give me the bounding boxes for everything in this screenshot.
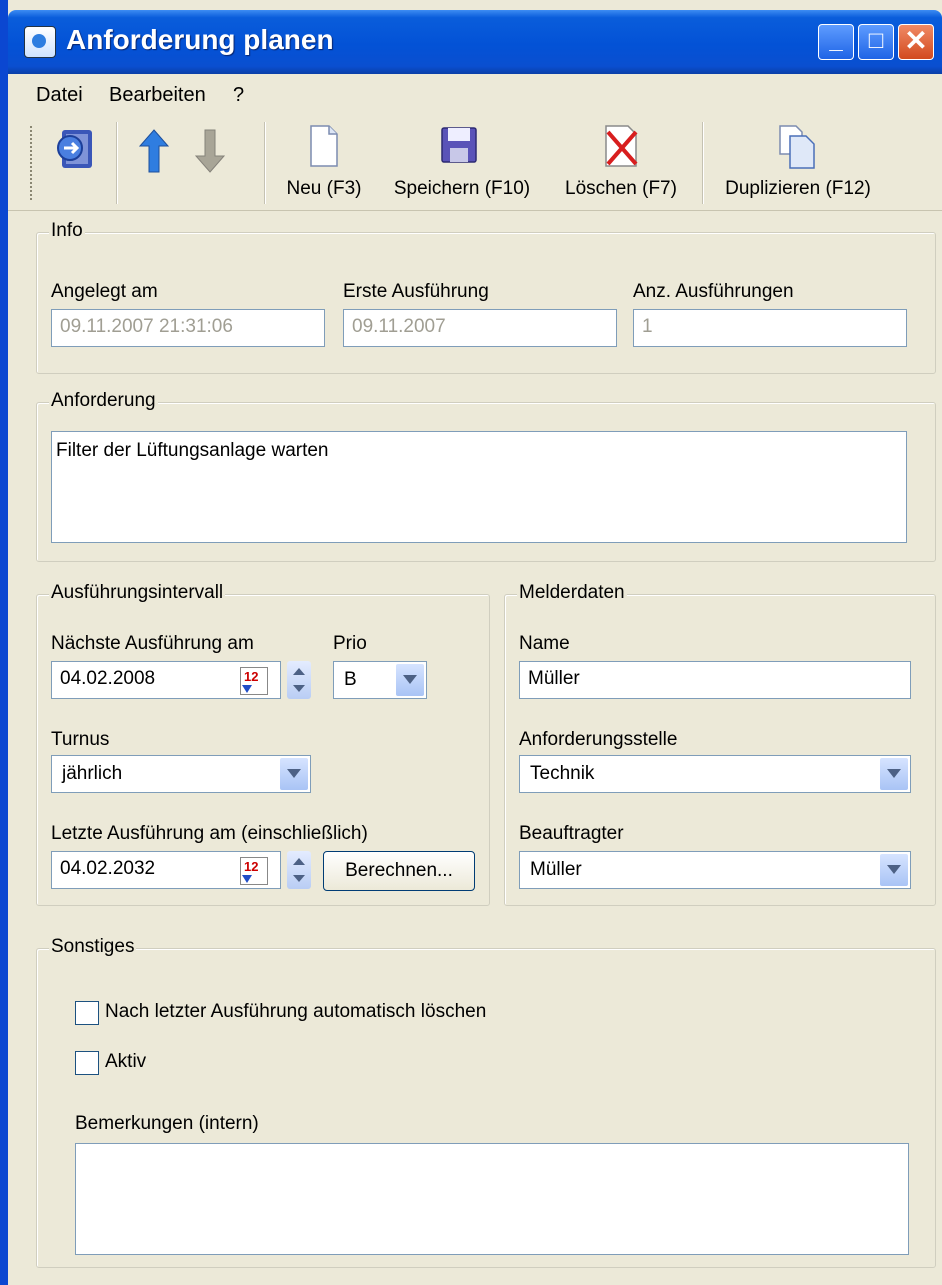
autodelete-label[interactable]: Nach letzter Ausführung automatisch lösc… [105,1001,486,1023]
last-execution-date-value: 04.02.2032 [60,858,156,879]
agent-value: Müller [530,859,582,880]
notes-label: Bemerkungen (intern) [75,1113,259,1134]
last-execution-label: Letzte Ausführung am (einschließlich) [51,823,368,844]
minimize-button[interactable]: _ [818,24,854,60]
department-label: Anforderungsstelle [519,729,678,750]
save-button-label: Speichern (F10) [393,178,531,199]
first-execution-field[interactable]: 09.11.2007 [343,309,617,347]
calendar-icon[interactable] [240,667,268,695]
requirement-textarea[interactable]: Filter der Lüftungsanlage warten [51,431,907,543]
new-button[interactable]: Neu (F3) [274,120,374,204]
delete-button[interactable]: Löschen (F7) [548,120,694,204]
toolbar-separator [702,122,704,204]
last-execution-spinner[interactable] [287,851,311,889]
delete-icon [605,125,638,167]
menu-help[interactable]: ? [233,84,244,107]
prio-value: B [344,669,357,690]
close-button[interactable]: ✕ [898,24,934,60]
chevron-down-icon[interactable] [880,758,908,790]
calendar-icon[interactable] [240,857,268,885]
name-field[interactable]: Müller [519,661,911,699]
created-label: Angelegt am [51,281,158,302]
prio-select[interactable]: B [333,661,427,699]
arrow-up-icon [138,129,170,173]
execution-count-label: Anz. Ausführungen [633,281,794,302]
next-execution-label: Nächste Ausführung am [51,633,254,654]
reporter-group: Melderdaten Name Müller Anforderungsstel… [504,582,936,906]
toolbar-separator [116,122,118,204]
menu-bearbeiten[interactable]: Bearbeiten [109,84,206,107]
requirement-group-title: Anforderung [49,390,158,412]
title-bar[interactable]: Anforderung planen _ □ ✕ [8,10,942,74]
calculate-button[interactable]: Berechnen... [323,851,475,891]
toolbar-grip[interactable] [30,126,36,200]
duplicate-icon [779,125,815,169]
next-execution-date-field[interactable]: 04.02.2008 [51,661,281,699]
requirement-group: Anforderung Filter der Lüftungsanlage wa… [36,390,936,562]
arrow-down-icon [194,129,226,173]
misc-group: Sonstiges Nach letzter Ausführung automa… [36,936,936,1268]
active-label[interactable]: Aktiv [105,1051,146,1073]
toolbar: Neu (F3) Speichern (F10) Löschen (F7) Du… [8,114,942,211]
move-down-button[interactable] [188,120,232,204]
delete-button-label: Löschen (F7) [565,178,677,199]
name-label: Name [519,633,570,654]
department-value: Technik [530,763,595,784]
first-execution-label: Erste Ausführung [343,281,489,302]
agent-select[interactable]: Müller [519,851,911,889]
reporter-group-title: Melderdaten [517,582,627,604]
interval-group: Ausführungsintervall Nächste Ausführung … [36,582,490,906]
new-document-icon [310,125,338,167]
created-field[interactable]: 09.11.2007 21:31:06 [51,309,325,347]
info-group-title: Info [49,220,85,242]
exit-button[interactable] [48,120,104,204]
chevron-down-icon[interactable] [280,758,308,790]
menu-datei[interactable]: Datei [36,84,83,107]
info-group: Info Angelegt am 09.11.2007 21:31:06 Ers… [36,220,936,374]
exit-icon [57,130,92,168]
turnus-label: Turnus [51,729,110,750]
last-execution-date-field[interactable]: 04.02.2032 [51,851,281,889]
duplicate-button[interactable]: Duplizieren (F12) [712,120,884,204]
notes-textarea[interactable] [75,1143,909,1255]
duplicate-button-label: Duplizieren (F12) [725,178,871,199]
agent-label: Beauftragter [519,823,624,844]
toolbar-separator [264,122,266,204]
chevron-down-icon[interactable] [396,664,424,696]
new-button-label: Neu (F3) [286,178,362,199]
application-window: Anforderung planen _ □ ✕ Datei Bearbeite… [0,0,942,1285]
interval-group-title: Ausführungsintervall [49,582,226,604]
execution-count-field[interactable]: 1 [633,309,907,347]
active-checkbox[interactable] [75,1051,99,1075]
turnus-value: jährlich [62,763,123,784]
misc-group-title: Sonstiges [49,936,137,958]
move-up-button[interactable] [132,120,176,204]
floppy-disk-icon [441,127,477,163]
chevron-down-icon[interactable] [880,854,908,886]
prio-label: Prio [333,633,367,654]
app-icon [24,26,56,58]
menu-bar: Datei Bearbeiten ? [8,74,942,114]
maximize-button[interactable]: □ [858,24,894,60]
turnus-select[interactable]: jährlich [51,755,311,793]
autodelete-checkbox[interactable] [75,1001,99,1025]
department-select[interactable]: Technik [519,755,911,793]
save-button[interactable]: Speichern (F10) [382,120,542,204]
next-execution-spinner[interactable] [287,661,311,699]
next-execution-date-value: 04.02.2008 [60,668,156,689]
window-title: Anforderung planen [66,24,334,55]
